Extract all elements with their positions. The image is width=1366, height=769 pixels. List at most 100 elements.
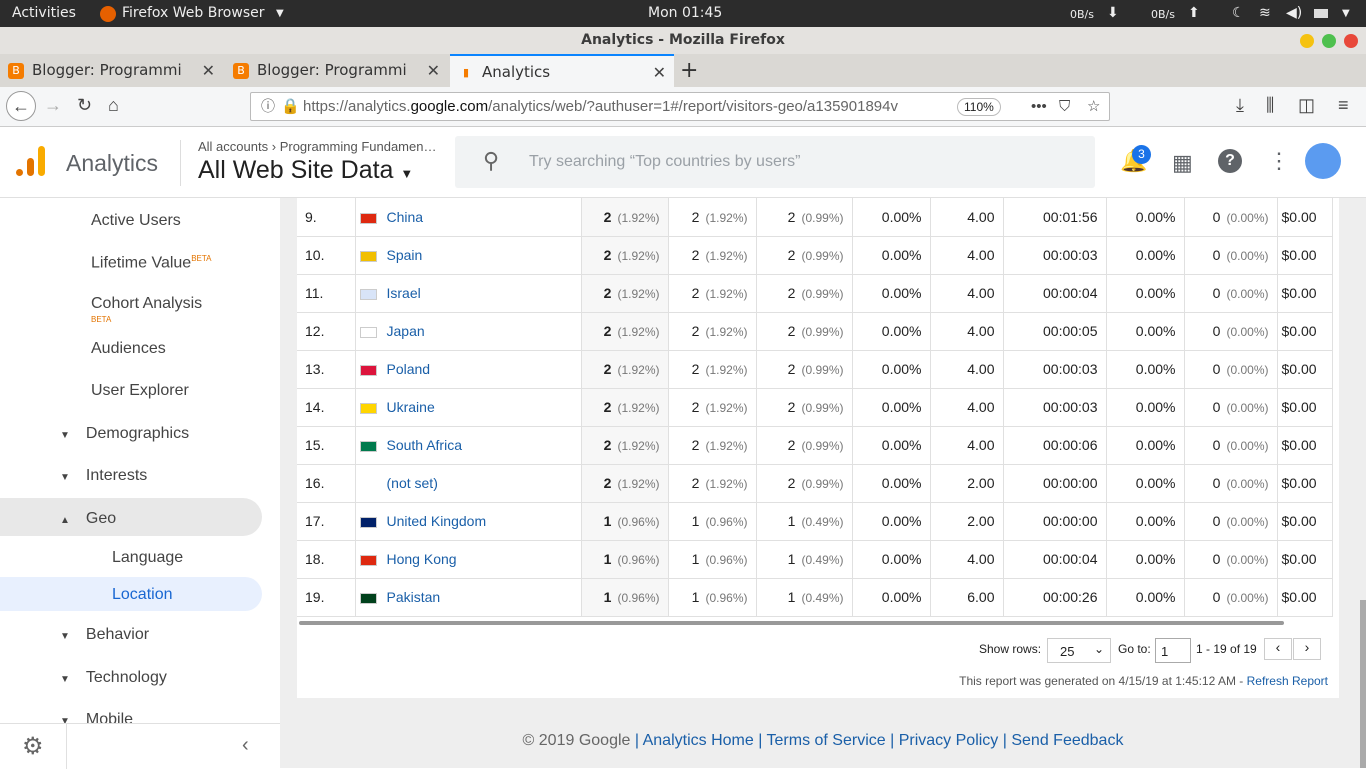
- night-light-icon[interactable]: ☾: [1232, 5, 1245, 21]
- minimize-button[interactable]: [1300, 34, 1314, 48]
- zoom-level[interactable]: 110%: [957, 98, 1001, 116]
- maximize-button[interactable]: [1322, 34, 1336, 48]
- forward-icon[interactable]: →: [44, 95, 62, 116]
- country-link[interactable]: United Kingdom: [387, 513, 487, 529]
- send-feedback-link[interactable]: Send Feedback: [1011, 732, 1123, 749]
- country-flag-icon: [359, 326, 377, 338]
- tab-label: Blogger: Programming F: [257, 61, 407, 79]
- country-link[interactable]: (not set): [387, 475, 438, 491]
- home-icon[interactable]: ⌂: [108, 95, 119, 116]
- privacy-policy-link[interactable]: Privacy Policy: [899, 732, 999, 749]
- system-menu-chevron-icon[interactable]: ▼: [1342, 8, 1350, 19]
- help-icon[interactable]: ?: [1218, 149, 1242, 173]
- refresh-report-link[interactable]: Refresh Report: [1247, 674, 1328, 688]
- activities-button[interactable]: Activities: [12, 5, 76, 21]
- downloads-icon[interactable]: ⤓: [1236, 95, 1244, 116]
- bounce-rate: 0.00%: [881, 475, 922, 491]
- page-actions-icon[interactable]: •••: [1031, 93, 1047, 120]
- country-link[interactable]: China: [387, 209, 424, 225]
- goal-completions: 0: [1212, 551, 1221, 567]
- new-users-pct: (1.92%): [705, 477, 748, 491]
- table-row: 17. United Kingdom 1 (0.96%) 1 (0.96%) 1 (0.49%…: [297, 502, 1333, 541]
- pages-per-session: 4.00: [967, 551, 995, 567]
- search-input[interactable]: Try searching “Top countries by users”: [529, 153, 801, 171]
- volume-icon[interactable]: ◀): [1286, 5, 1302, 21]
- library-icon[interactable]: ⫼: [1266, 95, 1274, 116]
- bookmark-star-icon[interactable]: ☆: [1087, 93, 1100, 120]
- close-tab-icon[interactable]: ✕: [653, 56, 666, 89]
- country-link[interactable]: Israel: [387, 285, 421, 301]
- view-selector[interactable]: All Web Site Data ▼: [198, 156, 413, 185]
- apps-grid-icon[interactable]: ▦: [1172, 150, 1193, 176]
- chevron-down-icon: ⌄: [1093, 642, 1104, 656]
- pocket-icon[interactable]: ⛉: [1059, 93, 1070, 120]
- new-users-pct: (1.92%): [705, 210, 748, 225]
- breadcrumb[interactable]: All accounts › Programming Fundamen…: [198, 139, 436, 154]
- close-tab-icon[interactable]: ✕: [427, 54, 440, 87]
- report-table-card: 9. China 2 (1.92%) 2 (1.92%) 2 (0.99%) 0.00% 4.00…: [297, 198, 1339, 698]
- analytics-home-link[interactable]: Analytics Home: [643, 732, 754, 749]
- more-vert-icon[interactable]: ⋮: [1268, 148, 1290, 174]
- country-link[interactable]: Japan: [387, 323, 425, 339]
- country-link[interactable]: Ukraine: [387, 399, 435, 415]
- sessions-value: 1: [787, 589, 796, 605]
- notification-count-badge: 3: [1132, 145, 1151, 164]
- close-window-button[interactable]: [1344, 34, 1358, 48]
- goto-input[interactable]: 1: [1155, 638, 1191, 663]
- goal-pct: (0.00%): [1226, 477, 1269, 491]
- next-page-button[interactable]: ›: [1293, 638, 1321, 660]
- country-link[interactable]: Poland: [387, 361, 431, 377]
- search-box[interactable]: ⚲ Try searching “Top countries by users”: [455, 136, 1095, 188]
- country-link[interactable]: Pakistan: [387, 589, 441, 605]
- analytics-logo-icon[interactable]: [16, 144, 46, 176]
- app-menu[interactable]: Firefox Web Browser: [122, 5, 265, 21]
- table-row: 15. South Africa 2 (1.92%) 2 (1.92%) 2 (0.99%) 0…: [297, 426, 1333, 465]
- geo-table: 9. China 2 (1.92%) 2 (1.92%) 2 (0.99%) 0.00% 4.00…: [297, 198, 1333, 617]
- wifi-icon[interactable]: ≋: [1259, 5, 1271, 21]
- back-icon[interactable]: ←: [6, 91, 36, 121]
- prev-page-button[interactable]: ‹: [1264, 638, 1292, 660]
- chevron-right-icon: ›: [271, 139, 277, 154]
- new-users-value: 2: [691, 399, 700, 415]
- tab-blogger-1[interactable]: B Blogger: Programming F ✕: [0, 54, 223, 87]
- analytics-brand[interactable]: Analytics: [66, 150, 158, 177]
- reload-icon[interactable]: ↻: [77, 95, 92, 116]
- clock[interactable]: Mon 01:45: [648, 5, 722, 21]
- country-link[interactable]: Spain: [387, 247, 423, 263]
- hamburger-menu-icon[interactable]: ≡: [1338, 95, 1349, 116]
- goal-pct: (0.00%): [1226, 439, 1269, 453]
- horizontal-scrollbar[interactable]: [299, 621, 1284, 625]
- terms-of-service-link[interactable]: Terms of Service: [767, 732, 886, 749]
- url-text[interactable]: https://analytics.google.com/analytics/w…: [303, 93, 923, 120]
- collapse-sidebar-icon[interactable]: ‹: [242, 734, 249, 757]
- sessions-value: 2: [787, 437, 796, 453]
- show-rows-label: Show rows:: [979, 642, 1042, 656]
- users-value: 2: [603, 361, 612, 377]
- tab-blogger-2[interactable]: B Blogger: Programming F ✕: [225, 54, 448, 87]
- info-icon[interactable]: ⓘ: [261, 93, 275, 120]
- gear-icon[interactable]: ⚙: [22, 732, 44, 761]
- sessions-value: 2: [787, 475, 796, 491]
- country-link[interactable]: Hong Kong: [387, 551, 457, 567]
- bounce-rate: 0.00%: [881, 323, 922, 339]
- report-area: 9. China 2 (1.92%) 2 (1.92%) 2 (0.99%) 0.00% 4.00…: [280, 198, 1366, 768]
- battery-icon[interactable]: [1314, 9, 1328, 18]
- lock-icon[interactable]: 🔒: [281, 93, 300, 120]
- close-tab-icon[interactable]: ✕: [202, 54, 215, 87]
- goal-value: $0.00: [1281, 437, 1317, 453]
- row-index: 13.: [305, 361, 325, 377]
- url-bar[interactable]: ⓘ 🔒 https://analytics.google.com/analyti…: [250, 92, 1110, 121]
- goal-completions: 0: [1212, 323, 1221, 339]
- tab-bar: B Blogger: Programming F ✕ B Blogger: Pr…: [0, 54, 1366, 87]
- goal-pct: (0.00%): [1226, 249, 1269, 263]
- avatar[interactable]: [1305, 143, 1341, 179]
- tab-analytics[interactable]: ▮ Analytics ✕: [450, 54, 674, 87]
- page-scrollbar[interactable]: [1360, 600, 1366, 768]
- country-link[interactable]: South Africa: [387, 437, 463, 453]
- conversion-rate: 0.00%: [1135, 399, 1176, 415]
- rows-select[interactable]: 25 ⌄: [1047, 638, 1111, 663]
- new-tab-icon[interactable]: +: [680, 54, 698, 87]
- users-pct: (1.92%): [617, 401, 660, 415]
- new-users-pct: (1.92%): [705, 363, 748, 377]
- sidebar-toggle-icon[interactable]: ◫: [1298, 95, 1315, 116]
